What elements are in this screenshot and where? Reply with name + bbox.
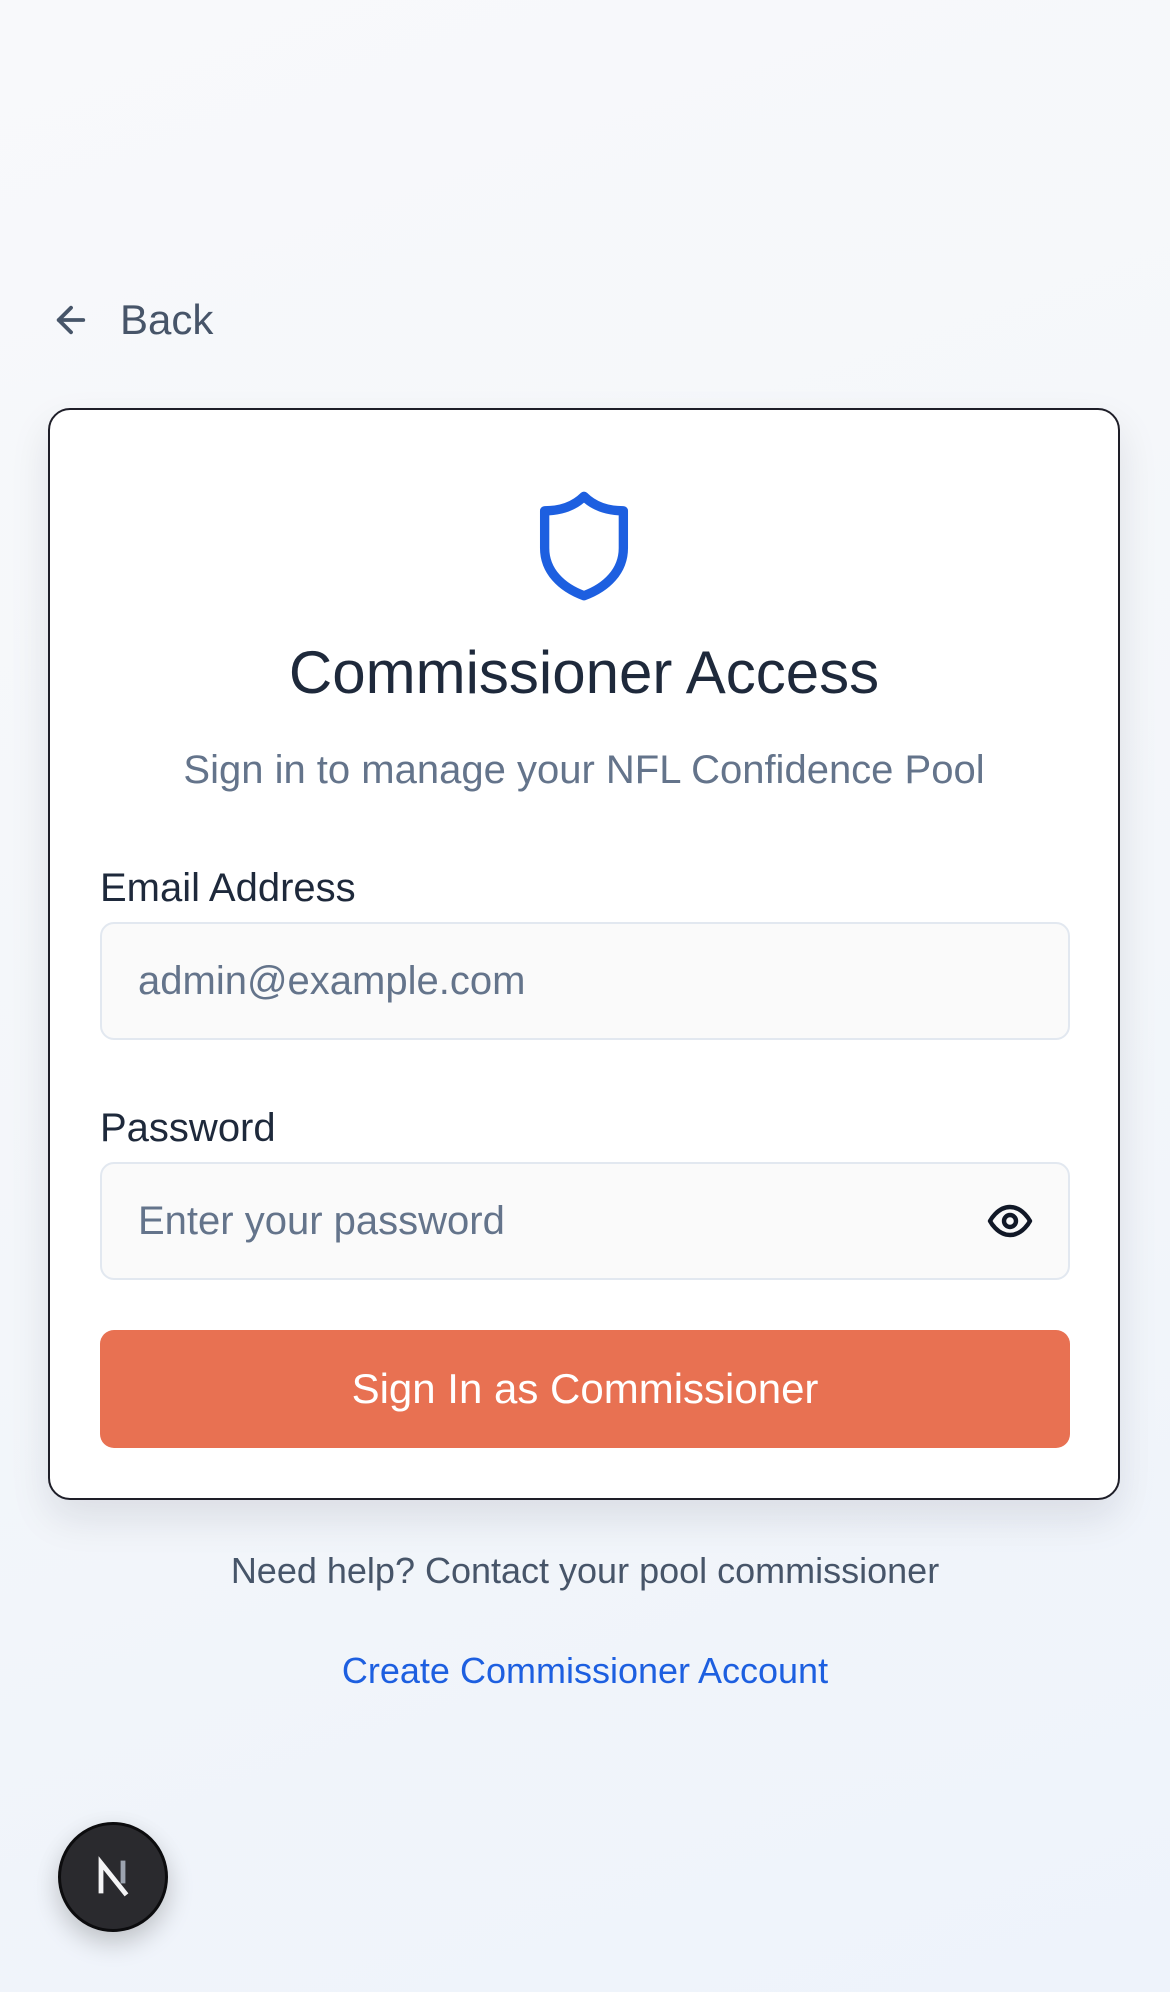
back-label: Back bbox=[120, 296, 214, 343]
email-input-wrapper bbox=[100, 922, 1070, 1040]
back-link[interactable]: Back bbox=[50, 290, 213, 350]
sign-in-button-label: Sign In as Commissioner bbox=[351, 1365, 819, 1412]
page-subtitle: Sign in to manage your NFL Confidence Po… bbox=[183, 748, 985, 792]
help-text: Need help? Contact your pool commissione… bbox=[230, 1550, 940, 1591]
dev-tools-badge[interactable] bbox=[58, 1822, 168, 1932]
password-field[interactable] bbox=[102, 1164, 1068, 1278]
password-label: Password bbox=[100, 1106, 276, 1150]
shield-icon bbox=[539, 491, 629, 601]
eye-icon bbox=[987, 1204, 1033, 1238]
nextjs-logo-icon bbox=[98, 1856, 129, 1897]
create-account-link[interactable]: Create Commissioner Account bbox=[0, 1650, 1170, 1692]
arrow-left-icon bbox=[56, 305, 86, 335]
sign-in-button[interactable]: Sign In as Commissioner bbox=[100, 1330, 1070, 1448]
password-input-wrapper bbox=[100, 1162, 1070, 1280]
email-field[interactable] bbox=[102, 924, 1068, 1038]
shield-icon-container bbox=[50, 488, 1118, 604]
email-label: Email Address bbox=[100, 866, 356, 910]
show-password-toggle[interactable] bbox=[986, 1197, 1034, 1245]
login-card: Commissioner Access Sign in to manage yo… bbox=[48, 408, 1120, 1500]
page-title: Commissioner Access bbox=[288, 639, 880, 706]
